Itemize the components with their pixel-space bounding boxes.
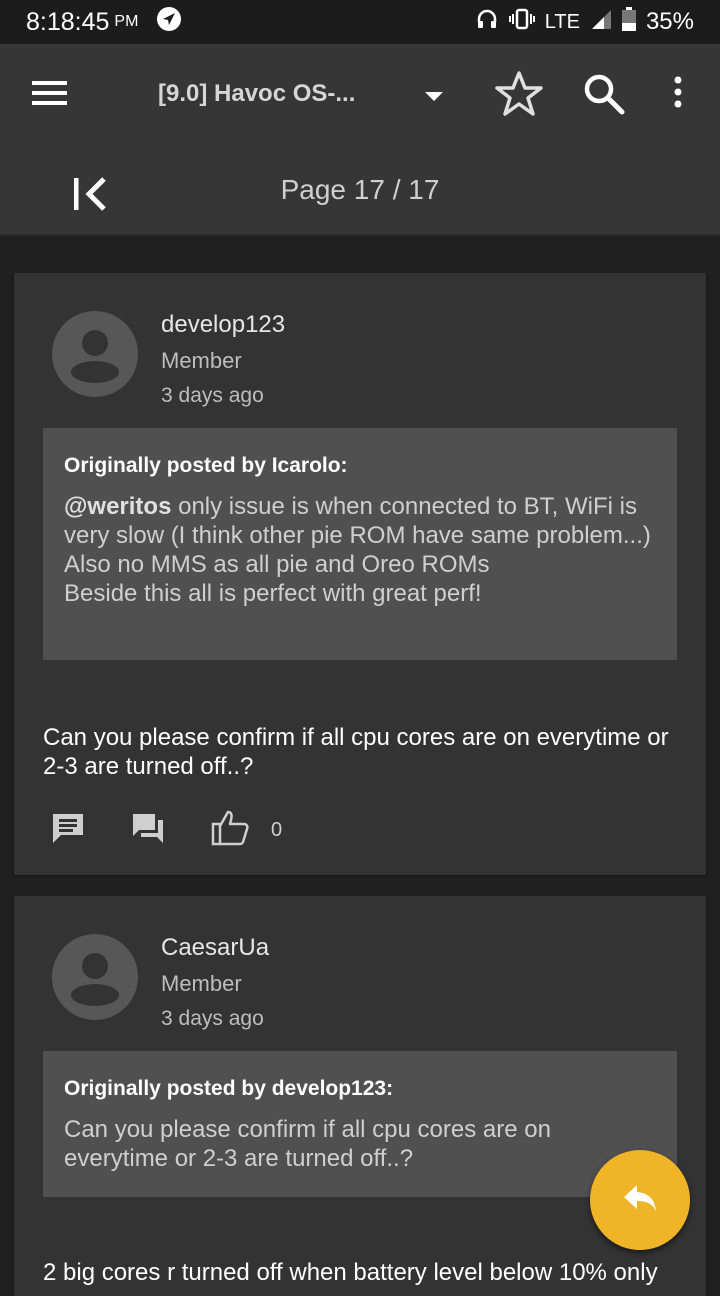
like-icon[interactable] — [211, 810, 249, 851]
more-options-icon[interactable] — [672, 76, 684, 113]
comment-icon[interactable] — [51, 811, 85, 850]
reply-button[interactable] — [590, 1150, 690, 1250]
thread-title[interactable]: [9.0] Havoc OS-... — [158, 80, 355, 108]
app-bar: [9.0] Havoc OS-... — [0, 44, 720, 144]
quote-body: @weritos only issue is when connected to… — [64, 492, 656, 608]
post-author[interactable]: CaesarUa — [161, 934, 269, 962]
star-icon[interactable] — [494, 70, 544, 123]
headset-icon — [475, 7, 499, 38]
page-indicator: Page 17 / 17 — [280, 174, 440, 205]
pagination-bar: Page 17 / 17 — [0, 144, 720, 236]
quote-block: Originally posted by Icarolo: @weritos o… — [43, 428, 677, 660]
signal-icon — [590, 8, 612, 37]
post-card: CaesarUa Member 3 days ago Originally po… — [14, 896, 706, 1296]
post-actions: 0 — [51, 810, 282, 851]
battery-level: 35% — [645, 8, 694, 35]
post-time: 3 days ago — [161, 1007, 264, 1030]
post-author-role: Member — [161, 348, 242, 373]
post-card: develop123 Member 3 days ago Originally … — [14, 273, 706, 875]
quote-text: Also no MMS as all pie and Oreo ROMs — [64, 551, 490, 578]
quote-block: Originally posted by develop123: Can you… — [43, 1051, 677, 1197]
like-count: 0 — [271, 819, 283, 841]
quote-text: Can you please confirm if all cpu cores … — [64, 1116, 551, 1172]
quote-header: Originally posted by develop123: — [64, 1077, 394, 1100]
reply-icon — [622, 1183, 658, 1218]
avatar[interactable] — [52, 311, 138, 397]
status-time: 8:18:45 — [26, 7, 110, 36]
network-type: LTE — [544, 10, 580, 33]
quote-header: Originally posted by Icarolo: — [64, 454, 348, 477]
post-body: 2 big cores r turned off when battery le… — [43, 1259, 658, 1286]
quote-text: Beside this all is perfect with great pe… — [64, 580, 482, 607]
navigation-icon — [156, 6, 182, 39]
user-mention[interactable]: @weritos — [64, 493, 171, 520]
status-bar: 8:18:45 PM LTE 35% — [0, 0, 720, 44]
avatar[interactable] — [52, 934, 138, 1020]
post-time: 3 days ago — [161, 384, 264, 407]
chevron-down-icon[interactable] — [424, 90, 444, 108]
forum-icon[interactable] — [131, 811, 165, 850]
post-author-role: Member — [161, 971, 242, 996]
post-body: Can you please confirm if all cpu cores … — [43, 724, 669, 780]
battery-icon — [621, 6, 636, 38]
post-author[interactable]: develop123 — [161, 311, 285, 339]
status-ampm: PM — [114, 13, 139, 30]
menu-icon[interactable] — [32, 80, 68, 111]
search-icon[interactable] — [582, 72, 626, 121]
vibrate-icon — [508, 7, 535, 38]
